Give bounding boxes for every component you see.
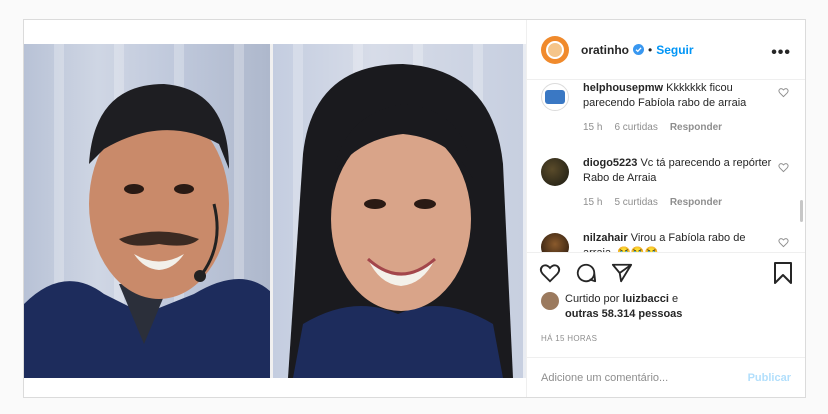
follow-button[interactable]: Seguir [656,43,693,57]
post-actions [527,252,805,292]
add-comment-bar: Adicione um comentário... Publicar [527,357,805,397]
share-paper-plane-icon[interactable] [611,262,633,284]
more-options-icon[interactable]: ••• [771,44,791,62]
comments-list[interactable]: helphousepmw Kkkkkkk ficou parecendo Fab… [527,80,805,252]
comment-likes[interactable]: 6 curtidas [614,120,657,135]
comment-body: nilzahair Virou a Fabíola rabo de arraia… [583,231,773,252]
comment-item: helphousepmw Kkkkkkk ficou parecendo Fab… [541,80,791,135]
commenter-avatar[interactable] [541,233,569,252]
reply-button[interactable]: Responder [670,195,722,210]
comment-item: nilzahair Virou a Fabíola rabo de arraia… [541,229,791,252]
liker-username[interactable]: luizbacci [622,293,668,305]
heart-icon[interactable] [778,237,789,248]
liker-avatar[interactable] [541,292,559,310]
post-timestamp[interactable]: HÁ 15 HORAS [527,322,805,343]
heart-icon[interactable] [778,87,789,98]
post-media[interactable] [24,20,526,397]
comment-meta: 15 h 5 curtidas Responder [583,195,773,210]
comment-time[interactable]: 15 h [583,195,602,210]
liked-by-prefix: Curtido por [565,293,620,305]
comment-item: diogo5223 Vc tá parecendo a repórter Rab… [541,154,791,210]
photo-left [24,44,273,378]
comment-likes[interactable]: 5 curtidas [614,195,657,210]
commenter-avatar[interactable] [541,83,569,111]
save-bookmark-icon[interactable] [773,262,793,284]
comment-body: helphousepmw Kkkkkkk ficou parecendo Fab… [583,81,773,135]
comment-username[interactable]: diogo5223 [583,157,637,169]
liked-by-others[interactable]: outras 58.314 pessoas [565,308,682,320]
comment-body: diogo5223 Vc tá parecendo a repórter Rab… [583,156,773,210]
post-sidebar: oratinho • Seguir ••• helphousepmw Kkkkk… [526,20,805,397]
publish-button[interactable]: Publicar [748,372,791,384]
comment-username[interactable]: nilzahair [583,232,628,244]
comment-input[interactable]: Adicione um comentário... [541,372,668,384]
photo-collage [24,44,526,378]
commenter-avatar[interactable] [541,158,569,186]
liked-by: Curtido por luizbacci e outras 58.314 pe… [527,292,805,322]
instagram-post: oratinho • Seguir ••• helphousepmw Kkkkk… [23,19,806,398]
liked-by-connector: e [672,293,679,305]
photo-right [273,44,523,378]
reply-button[interactable]: Responder [670,120,722,135]
heart-icon[interactable] [778,162,789,173]
comment-bubble-icon[interactable] [575,262,597,284]
comments-scrollbar[interactable] [800,200,803,222]
comment-username[interactable]: helphousepmw [583,82,663,94]
separator-dot: • [648,42,653,57]
comment-time[interactable]: 15 h [583,120,602,135]
post-header: oratinho • Seguir ••• [527,20,805,80]
author-avatar[interactable] [541,35,569,64]
man-portrait-image [24,84,270,378]
comment-meta: 15 h 6 curtidas Responder [583,120,773,135]
liked-by-text: Curtido por luizbacci e outras 58.314 pe… [565,292,682,322]
woman-portrait-image [288,64,513,378]
like-heart-icon[interactable] [539,262,561,284]
author-username[interactable]: oratinho [581,43,629,57]
verified-badge-icon [633,44,644,55]
